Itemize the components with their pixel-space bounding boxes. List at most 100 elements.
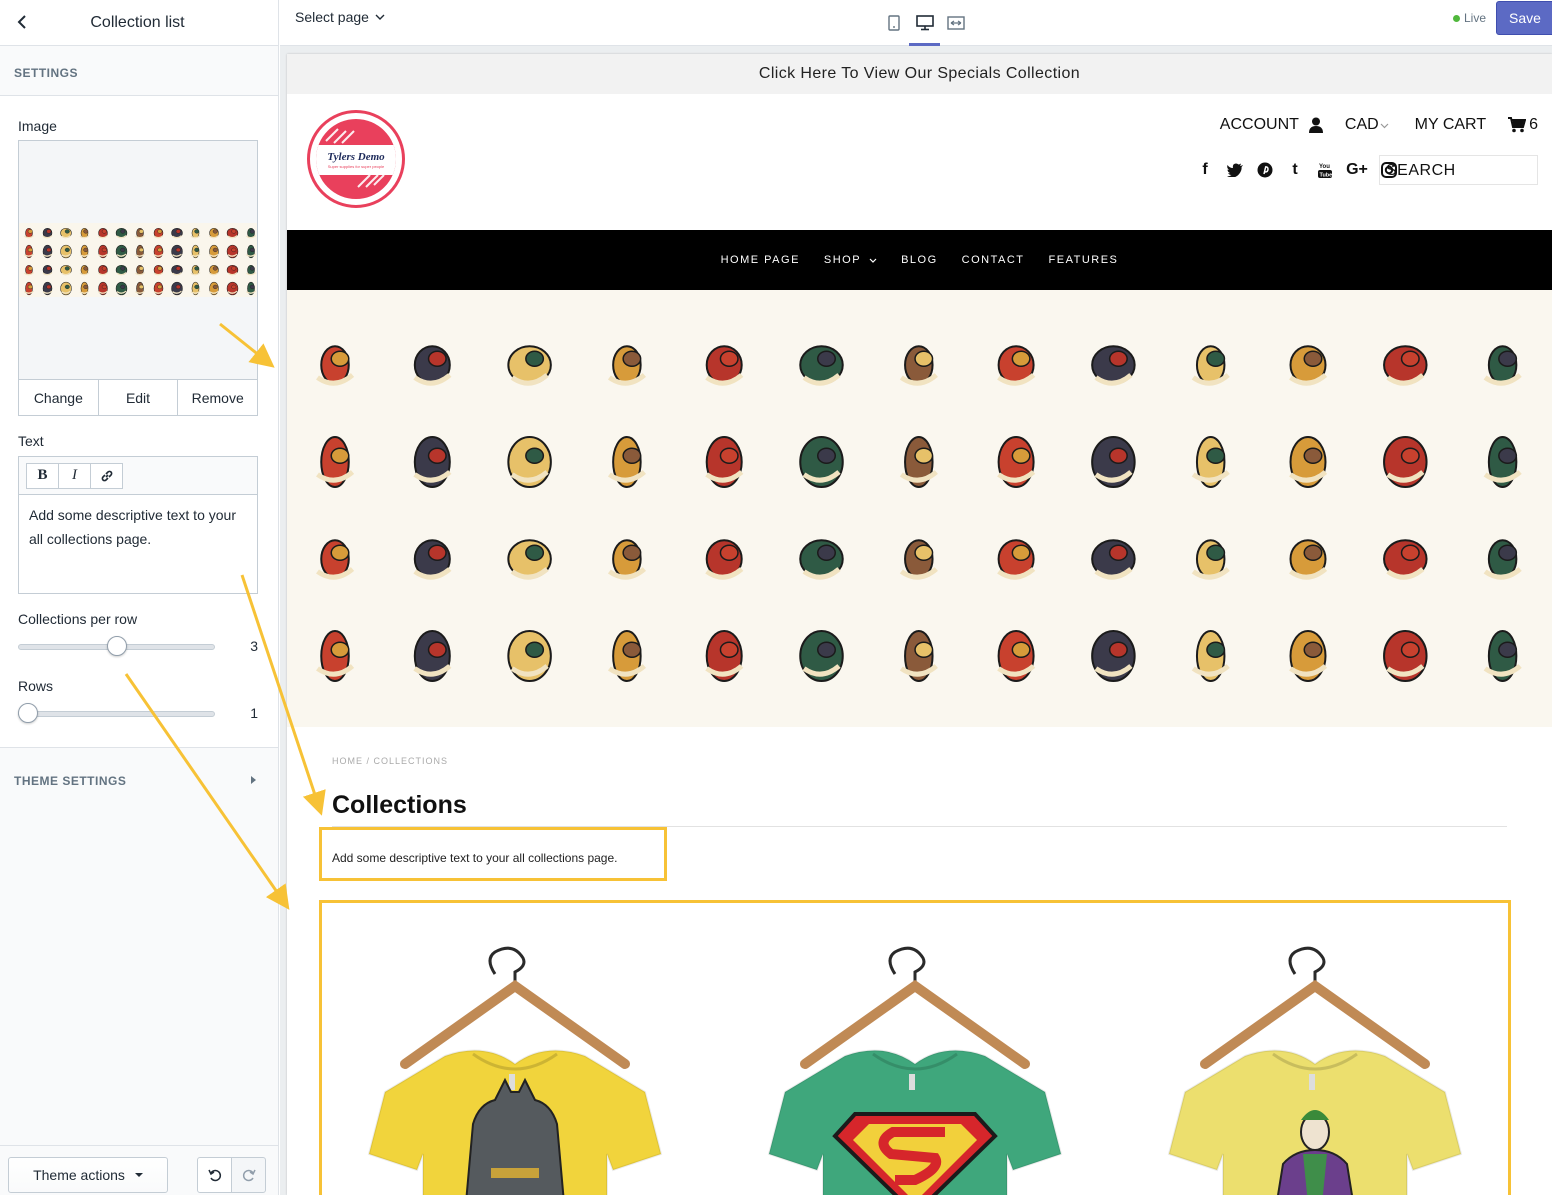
tattoo-motif [705, 630, 744, 682]
logo-tagline: Super supplies for super people [327, 164, 385, 169]
bold-button[interactable]: B [26, 462, 59, 489]
logo-banner: Tylers Demo Super supplies for super peo… [316, 145, 396, 175]
tattoo-motif [42, 227, 53, 239]
select-page-label: Select page [295, 9, 369, 25]
tattoo-motif [115, 227, 128, 239]
tattoo-motif [209, 227, 219, 239]
sidebar-empty-area [0, 811, 278, 1145]
tattoo-motif [799, 436, 844, 488]
text-editor-toolbar: B I [19, 457, 257, 495]
tumblr-icon[interactable]: t [1282, 160, 1308, 180]
tattoo-motif [209, 264, 219, 276]
tattoo-motif [209, 244, 219, 259]
save-button[interactable]: Save [1496, 1, 1552, 35]
nav-contact[interactable]: CONTACT [962, 254, 1025, 266]
collection-item[interactable] [1145, 914, 1485, 1195]
tattoo-motif [507, 436, 552, 488]
tshirt-label [909, 1074, 915, 1090]
tattoo-motif [1483, 345, 1522, 386]
breadcrumb-home[interactable]: HOME [332, 756, 363, 766]
nav-blog[interactable]: BLOG [901, 254, 938, 266]
cart-link[interactable]: MY CART 6 [1415, 116, 1538, 134]
nav-features[interactable]: FEATURES [1049, 254, 1119, 266]
main-navigation: HOME PAGE SHOP BLOG CONTACT FEATURES [287, 230, 1552, 290]
hanger-bar [400, 979, 630, 1069]
italic-button[interactable]: I [58, 462, 91, 489]
tattoo-motif [153, 281, 164, 296]
collection-item[interactable] [745, 914, 1085, 1195]
slider-thumb[interactable] [107, 636, 127, 656]
tattoo-motif [135, 264, 145, 276]
tattoo-motif [60, 281, 72, 296]
currency-label: CAD [1344, 116, 1379, 133]
pinterest-icon[interactable] [1252, 160, 1278, 180]
tattoo-motif [246, 227, 256, 239]
tattoo-motif [997, 345, 1036, 386]
tattoo-motif [799, 630, 844, 682]
announcement-bar[interactable]: Click Here To View Our Specials Collecti… [287, 54, 1552, 94]
settings-heading: SETTINGS [0, 46, 278, 96]
tattoo-motif [705, 436, 744, 488]
tattoo-motif [316, 539, 355, 580]
slider-thumb[interactable] [18, 703, 38, 723]
user-icon [1308, 117, 1323, 133]
hanger-hook [888, 946, 926, 986]
theme-settings-link[interactable]: THEME SETTINGS [0, 747, 278, 811]
tattoo-motif [60, 244, 72, 259]
cart-icon [1508, 117, 1527, 133]
rows-value: 1 [250, 705, 258, 721]
rows-slider[interactable]: 1 [18, 702, 262, 726]
slider-track[interactable] [18, 711, 215, 717]
tattoo-motif [79, 264, 90, 276]
logo-title: Tylers Demo [327, 151, 385, 163]
google-plus-icon[interactable]: G+ [1342, 160, 1372, 180]
redo-icon[interactable] [231, 1157, 266, 1193]
collection-item[interactable] [345, 914, 685, 1195]
desktop-view-icon[interactable] [909, 0, 940, 46]
account-link[interactable]: ACCOUNT [1220, 116, 1323, 134]
text-editor-content[interactable]: Add some descriptive text to your all co… [19, 495, 257, 559]
breadcrumb: HOME / COLLECTIONS [332, 756, 448, 766]
chevron-down-icon [869, 258, 877, 263]
caret-down-icon [134, 1173, 143, 1177]
collections-per-row-slider[interactable]: 3 [18, 635, 262, 659]
collections-banner-image [287, 290, 1552, 727]
tattoo-motif [899, 539, 938, 580]
tattoo-motif [1483, 539, 1522, 580]
tattoo-motif [226, 244, 239, 259]
fullscreen-view-icon[interactable] [940, 0, 971, 46]
theme-actions-button[interactable]: Theme actions [8, 1157, 168, 1193]
tattoo-motif [115, 244, 128, 259]
tattoo-motif [190, 244, 201, 259]
page-title: Collections [332, 791, 467, 819]
tattoo-motif [607, 539, 647, 580]
mobile-view-icon[interactable] [878, 0, 909, 46]
search-input[interactable]: SEARCH [1379, 155, 1538, 185]
undo-icon[interactable] [197, 1157, 232, 1193]
tattoo-motif [246, 281, 256, 296]
nav-home-page[interactable]: HOME PAGE [721, 254, 800, 266]
link-icon[interactable] [90, 462, 123, 489]
select-page-dropdown[interactable]: Select page [295, 9, 385, 25]
facebook-icon[interactable]: f [1192, 160, 1218, 180]
store-logo[interactable]: Tylers Demo Super supplies for super peo… [307, 110, 405, 208]
change-image-button[interactable]: Change [19, 380, 99, 415]
remove-image-button[interactable]: Remove [178, 380, 257, 415]
tattoo-motif [607, 630, 647, 682]
currency-selector[interactable]: CAD [1345, 116, 1389, 134]
hanger-hook [1288, 946, 1326, 986]
tattoo-motif [98, 281, 108, 296]
tattoo-motif [79, 244, 90, 259]
tattoo-motif [1289, 436, 1328, 488]
text-label: Text [18, 433, 44, 449]
twitter-icon[interactable] [1222, 160, 1248, 180]
back-icon[interactable] [10, 10, 34, 34]
description-highlight [319, 827, 667, 881]
tattoo-motif [705, 345, 744, 386]
tattoo-motif [899, 630, 938, 682]
viewport-switcher [878, 0, 971, 46]
youtube-icon[interactable]: You Tube [1312, 160, 1338, 180]
chevron-right-icon [251, 776, 256, 784]
nav-shop[interactable]: SHOP [824, 254, 877, 266]
edit-image-button[interactable]: Edit [99, 380, 179, 415]
